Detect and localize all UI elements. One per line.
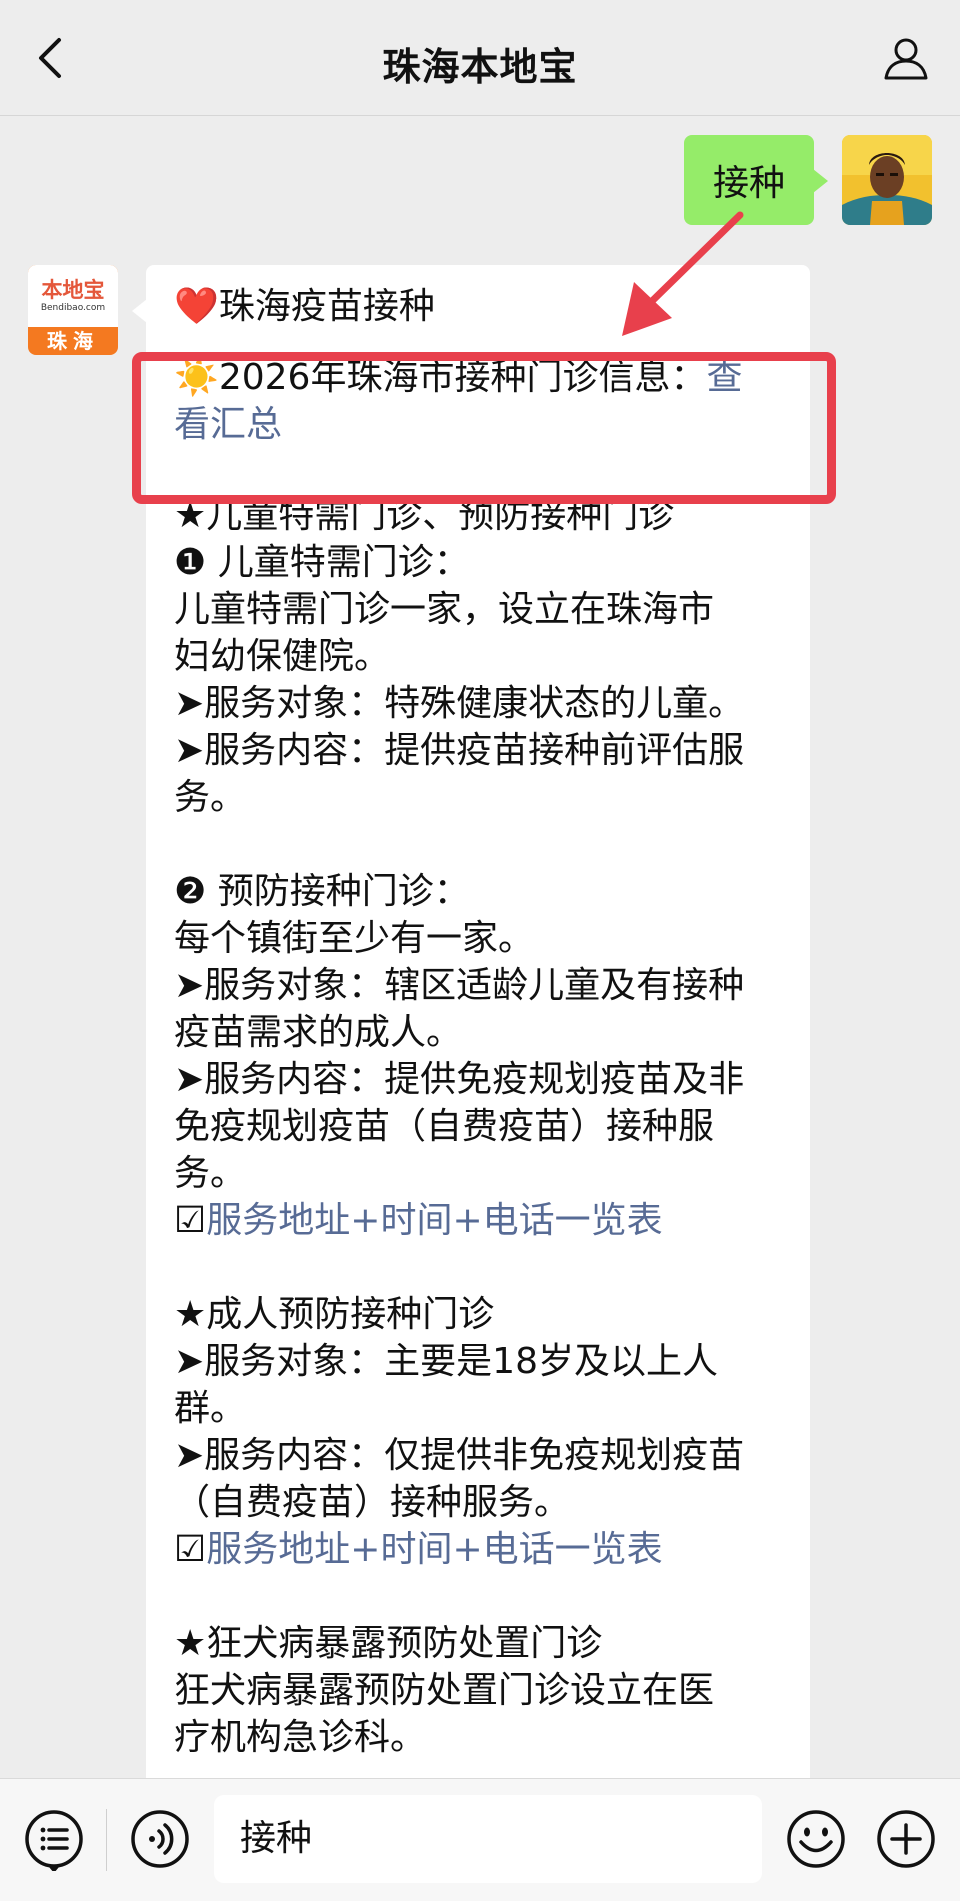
bot-logo-city: 珠海 xyxy=(47,329,99,353)
emoji-button[interactable] xyxy=(784,1807,848,1871)
menu-button[interactable] xyxy=(22,1807,86,1871)
top-nav-bar: 珠海本地宝 xyxy=(0,0,960,116)
s1-item1-content-2: 务。 xyxy=(174,777,247,818)
s1-item1-content-1: ➤服务内容：提供疫苗接种前评估服 xyxy=(174,730,745,771)
summary-text: ☀️2026年珠海市接种门诊信息： xyxy=(174,357,707,398)
section3-heading: ★狂犬病暴露预防处置门诊 xyxy=(174,1623,603,1664)
more-button[interactable] xyxy=(874,1807,938,1871)
bot-logo-domain: Bendibao.com xyxy=(40,303,106,313)
s1-item2-title: ❷ 预防接种门诊： xyxy=(174,871,470,912)
s2-directory-row: ☑服务地址+时间+电话一览表 xyxy=(174,1526,782,1573)
s2-target-1: ➤服务对象：主要是18岁及以上人 xyxy=(174,1341,718,1382)
checkbox-icon: ☑ xyxy=(174,1200,207,1241)
page-title: 珠海本地宝 xyxy=(382,45,578,89)
s3-desc-1: 狂犬病暴露预防处置门诊设立在医 xyxy=(174,1670,715,1711)
message-input[interactable]: 接种 xyxy=(214,1795,762,1883)
bot-logo: 本地宝 Bendibao.com xyxy=(28,265,118,327)
plus-icon xyxy=(877,1810,935,1868)
voice-icon xyxy=(131,1810,189,1868)
s3-desc-2: 疗机构急诊科。 xyxy=(174,1717,427,1758)
voice-button[interactable] xyxy=(128,1807,192,1871)
s2-target-2: 群。 xyxy=(174,1388,247,1429)
s2-directory-link[interactable]: 服务地址+时间+电话一览表 xyxy=(206,1529,662,1570)
user-avatar[interactable] xyxy=(842,135,932,225)
s1-directory-link[interactable]: 服务地址+时间+电话一览表 xyxy=(206,1200,662,1241)
user-message-bubble: 接种 xyxy=(684,135,828,225)
bot-logo-brand: 本地宝 xyxy=(41,278,105,302)
summary-link[interactable]: 查 xyxy=(706,357,742,398)
profile-icon xyxy=(884,38,928,80)
divider xyxy=(106,1809,107,1871)
section2-heading: ★成人预防接种门诊 xyxy=(174,1294,495,1335)
s1-item2-content-3: 务。 xyxy=(174,1153,247,1194)
s1-item2-content-2: 免疫规划疫苗（自费疫苗）接种服 xyxy=(174,1106,715,1147)
s1-item2-content-1: ➤服务内容：提供免疫规划疫苗及非 xyxy=(174,1059,745,1100)
menu-list-icon xyxy=(25,1810,83,1871)
input-bar: 接种 xyxy=(0,1778,960,1901)
s1-item2-desc: 每个镇街至少有一家。 xyxy=(174,918,535,959)
user-avatar-image xyxy=(842,135,932,225)
s1-item2-target-2: 疫苗需求的成人。 xyxy=(174,1012,463,1053)
summary-link-cont[interactable]: 看汇总 xyxy=(174,401,782,448)
profile-button[interactable] xyxy=(874,30,938,86)
s1-item1-title: ❶ 儿童特需门诊： xyxy=(174,542,470,583)
s2-content-1: ➤服务内容：仅提供非免疫规划疫苗 xyxy=(174,1435,745,1476)
s1-item1-desc-1: 儿童特需门诊一家，设立在珠海市 xyxy=(174,589,715,630)
message-title: ❤️珠海疫苗接种 xyxy=(174,286,435,327)
s1-item1-desc-2: 妇幼保健院。 xyxy=(174,636,391,677)
summary-line-1: ☀️2026年珠海市接种门诊信息：查 xyxy=(174,354,782,401)
bot-message-bubble: ❤️珠海疫苗接种 ☀️2026年珠海市接种门诊信息：查 看汇总 ★儿童特需门诊、… xyxy=(132,265,810,1901)
s2-content-2: （自费疫苗）接种服务。 xyxy=(174,1482,571,1523)
checkbox-icon: ☑ xyxy=(174,1529,207,1570)
s1-directory-row: ☑服务地址+时间+电话一览表 xyxy=(174,1197,782,1244)
bot-avatar[interactable]: 本地宝 Bendibao.com 珠海 xyxy=(28,265,118,355)
section1-heading: ★儿童特需门诊、预防接种门诊 xyxy=(174,495,675,536)
s1-item2-target-1: ➤服务对象：辖区适龄儿童及有接种 xyxy=(174,965,745,1006)
emoji-icon xyxy=(787,1810,845,1868)
s1-item1-target: ➤服务对象：特殊健康状态的儿童。 xyxy=(174,683,745,724)
